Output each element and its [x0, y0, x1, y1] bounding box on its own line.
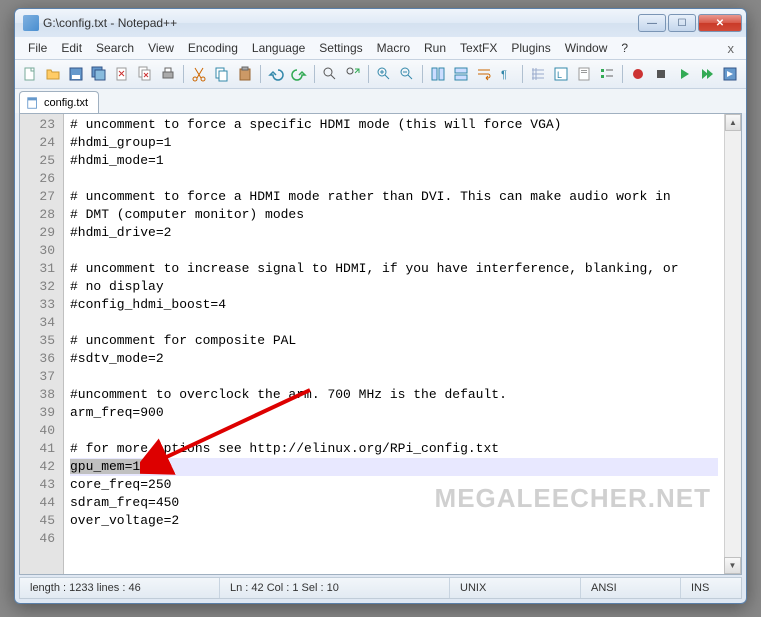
notepadpp-window: G:\config.txt - Notepad++ — ☐ ✕ File Edi… — [14, 8, 747, 604]
toolbar: ¶ L — [15, 59, 746, 89]
separator — [183, 65, 184, 83]
menu-language[interactable]: Language — [245, 39, 312, 57]
separator — [622, 65, 623, 83]
window-controls: — ☐ ✕ — [638, 14, 742, 32]
play-macro-icon[interactable] — [673, 63, 695, 85]
zoom-in-icon[interactable] — [373, 63, 395, 85]
menu-textfx[interactable]: TextFX — [453, 39, 504, 57]
code-area[interactable]: # uncomment to force a specific HDMI mod… — [64, 114, 724, 574]
separator — [314, 65, 315, 83]
show-all-chars-icon[interactable]: ¶ — [496, 63, 518, 85]
close-file-icon[interactable] — [111, 63, 133, 85]
menu-macro[interactable]: Macro — [370, 39, 417, 57]
editor: 2324252627282930313233343536373839404142… — [19, 113, 742, 575]
undo-icon[interactable] — [265, 63, 287, 85]
minimize-button[interactable]: — — [638, 14, 666, 32]
tab-config[interactable]: config.txt — [19, 91, 99, 113]
separator — [260, 65, 261, 83]
titlebar[interactable]: G:\config.txt - Notepad++ — ☐ ✕ — [15, 9, 746, 37]
copy-icon[interactable] — [211, 63, 233, 85]
app-icon — [23, 15, 39, 31]
separator — [422, 65, 423, 83]
maximize-button[interactable]: ☐ — [668, 14, 696, 32]
doc-map-icon[interactable] — [573, 63, 595, 85]
menu-encoding[interactable]: Encoding — [181, 39, 245, 57]
find-icon[interactable] — [319, 63, 341, 85]
zoom-out-icon[interactable] — [396, 63, 418, 85]
svg-text:¶: ¶ — [501, 69, 507, 81]
stop-macro-icon[interactable] — [650, 63, 672, 85]
menubar-close-icon[interactable]: x — [722, 41, 741, 56]
wrap-icon[interactable] — [473, 63, 495, 85]
close-button[interactable]: ✕ — [698, 14, 742, 32]
sync-v-icon[interactable] — [427, 63, 449, 85]
status-encoding: ANSI — [581, 578, 681, 598]
status-position: Ln : 42 Col : 1 Sel : 10 — [220, 578, 450, 598]
open-file-icon[interactable] — [42, 63, 64, 85]
separator — [522, 65, 523, 83]
menu-run[interactable]: Run — [417, 39, 453, 57]
status-eol: UNIX — [450, 578, 581, 598]
close-all-icon[interactable] — [134, 63, 156, 85]
replace-icon[interactable] — [342, 63, 364, 85]
cut-icon[interactable] — [188, 63, 210, 85]
sync-h-icon[interactable] — [450, 63, 472, 85]
menu-window[interactable]: Window — [558, 39, 615, 57]
line-number-gutter: 2324252627282930313233343536373839404142… — [20, 114, 64, 574]
menu-settings[interactable]: Settings — [312, 39, 369, 57]
record-macro-icon[interactable] — [627, 63, 649, 85]
status-length: length : 1233 lines : 46 — [20, 578, 220, 598]
menu-edit[interactable]: Edit — [54, 39, 89, 57]
svg-text:L: L — [557, 70, 562, 80]
save-all-icon[interactable] — [88, 63, 110, 85]
tab-bar: config.txt — [15, 89, 746, 113]
menu-file[interactable]: File — [21, 39, 54, 57]
scroll-down-icon[interactable]: ▼ — [724, 557, 741, 574]
menu-search[interactable]: Search — [89, 39, 141, 57]
func-list-icon[interactable] — [596, 63, 618, 85]
new-file-icon[interactable] — [19, 63, 41, 85]
user-lang-icon[interactable]: L — [550, 63, 572, 85]
status-mode: INS — [681, 578, 741, 598]
save-macro-icon[interactable] — [719, 63, 741, 85]
statusbar: length : 1233 lines : 46 Ln : 42 Col : 1… — [19, 577, 742, 599]
play-multi-icon[interactable] — [696, 63, 718, 85]
menu-view[interactable]: View — [141, 39, 181, 57]
window-title: G:\config.txt - Notepad++ — [43, 16, 638, 30]
file-icon — [26, 96, 40, 110]
menubar: File Edit Search View Encoding Language … — [15, 37, 746, 59]
indent-guide-icon[interactable] — [527, 63, 549, 85]
vertical-scrollbar[interactable]: ▲ — [724, 114, 741, 574]
separator — [368, 65, 369, 83]
save-icon[interactable] — [65, 63, 87, 85]
menu-help[interactable]: ? — [614, 39, 635, 57]
paste-icon[interactable] — [234, 63, 256, 85]
scroll-up-icon[interactable]: ▲ — [725, 114, 741, 131]
print-icon[interactable] — [157, 63, 179, 85]
tab-label: config.txt — [44, 97, 88, 109]
redo-icon[interactable] — [288, 63, 310, 85]
menu-plugins[interactable]: Plugins — [504, 39, 557, 57]
